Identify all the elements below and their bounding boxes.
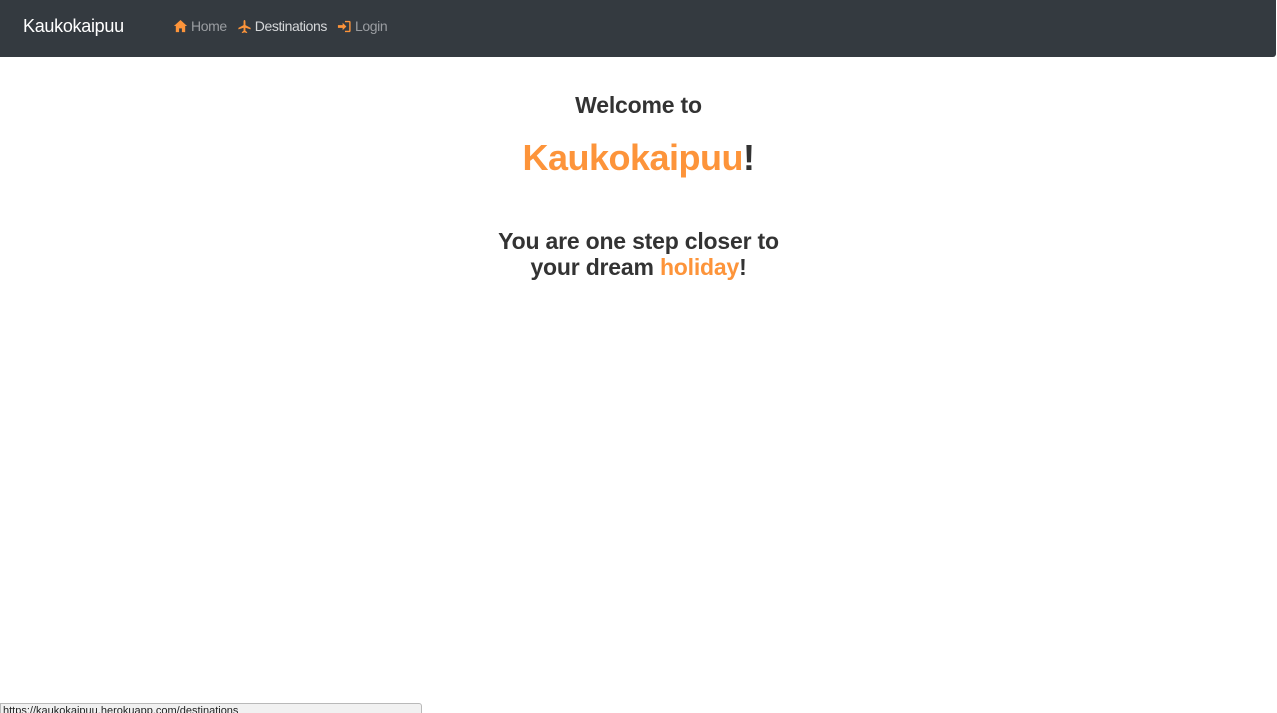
login-icon [337, 19, 352, 34]
nav-item-home[interactable]: Home [173, 16, 227, 36]
top-navbar: Kaukokaipuu Home Destinations Login [0, 0, 1276, 57]
brand-heading: Kaukokaipuu! [0, 137, 1277, 179]
nav-item-label: Destinations [254, 18, 328, 34]
nav-item-label: Home [191, 18, 227, 34]
tagline-suffix: ! [739, 254, 747, 280]
brand-link[interactable]: Kaukokaipuu [23, 15, 124, 37]
brand-name: Kaukokaipuu [522, 137, 744, 178]
nav-item-destinations[interactable]: Destinations [237, 16, 327, 36]
home-icon [173, 19, 188, 34]
nav-menu: Home Destinations Login [173, 16, 397, 36]
brand-suffix: ! [743, 137, 755, 178]
tagline-line-2-prefix: your dream [530, 254, 660, 280]
welcome-heading: Welcome to [575, 92, 702, 118]
nav-item-label: Login [355, 18, 388, 34]
browser-status-bar: https://kaukokaipuu.herokuapp.com/destin… [0, 703, 422, 713]
tagline-line-1: You are one step closer to [498, 228, 779, 254]
nav-item-login[interactable]: Login [337, 16, 388, 36]
plane-icon [237, 19, 252, 34]
tagline-highlight: holiday [659, 254, 740, 280]
page: Kaukokaipuu Home Destinations Login Welc… [0, 0, 1277, 713]
tagline: You are one step closer to your dream ho… [0, 228, 1277, 280]
